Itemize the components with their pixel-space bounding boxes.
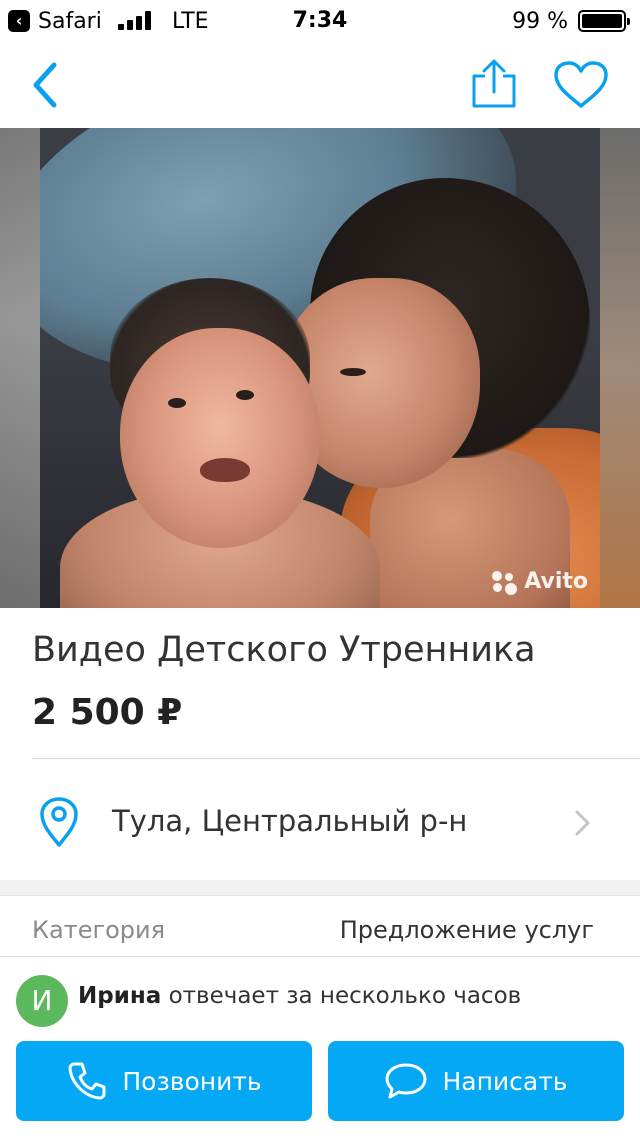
- listing-price: 2 500 ₽: [32, 692, 183, 733]
- next-photo-peek[interactable]: [600, 128, 640, 608]
- navigation-bar: [0, 40, 640, 128]
- previous-photo-peek[interactable]: [0, 128, 40, 608]
- back-button[interactable]: [24, 60, 68, 110]
- photo-gallery[interactable]: Avito: [0, 128, 640, 608]
- message-button-label: Написать: [442, 1066, 568, 1096]
- divider: [32, 758, 640, 759]
- category-value: Предложение услуг: [339, 916, 594, 944]
- heart-icon: [554, 61, 608, 108]
- avito-watermark: Avito: [492, 569, 588, 595]
- seller-name: Ирина: [78, 983, 162, 1009]
- seller-info[interactable]: Ирина отвечает за несколько часов: [78, 983, 521, 1009]
- share-icon: [472, 59, 516, 108]
- section-separator: [0, 880, 640, 896]
- battery-icon: [578, 10, 630, 32]
- seller-response-time: отвечает за несколько часов: [168, 983, 522, 1009]
- battery-percent: 99 %: [512, 9, 568, 34]
- chat-bubble-icon: [385, 1063, 427, 1099]
- chevron-right-icon: [575, 810, 590, 836]
- share-button[interactable]: [468, 58, 520, 110]
- chevron-left-icon: [33, 62, 57, 108]
- location-row[interactable]: Тула, Центральный р-н: [0, 760, 640, 880]
- favorite-button[interactable]: [552, 60, 610, 110]
- call-button[interactable]: Позвонить: [16, 1041, 312, 1121]
- category-row: Категория Предложение услуг: [0, 896, 640, 956]
- listing-photo[interactable]: Avito: [40, 128, 600, 608]
- location-text: Тула, Центральный р-н: [112, 804, 468, 838]
- location-pin-icon: [40, 797, 78, 847]
- listing-title: Видео Детского Утренника: [32, 630, 536, 670]
- seller-avatar[interactable]: И: [16, 975, 68, 1027]
- watermark-text: Avito: [524, 569, 588, 594]
- phone-icon: [68, 1062, 106, 1100]
- message-button[interactable]: Написать: [328, 1041, 624, 1121]
- avito-logo-icon: [492, 570, 518, 595]
- call-button-label: Позвонить: [122, 1066, 262, 1096]
- category-label: Категория: [32, 916, 166, 944]
- contact-panel: И Ирина отвечает за несколько часов Позв…: [0, 956, 640, 1136]
- status-bar: ‹ Safari LTE 7:34 99 %: [0, 0, 640, 40]
